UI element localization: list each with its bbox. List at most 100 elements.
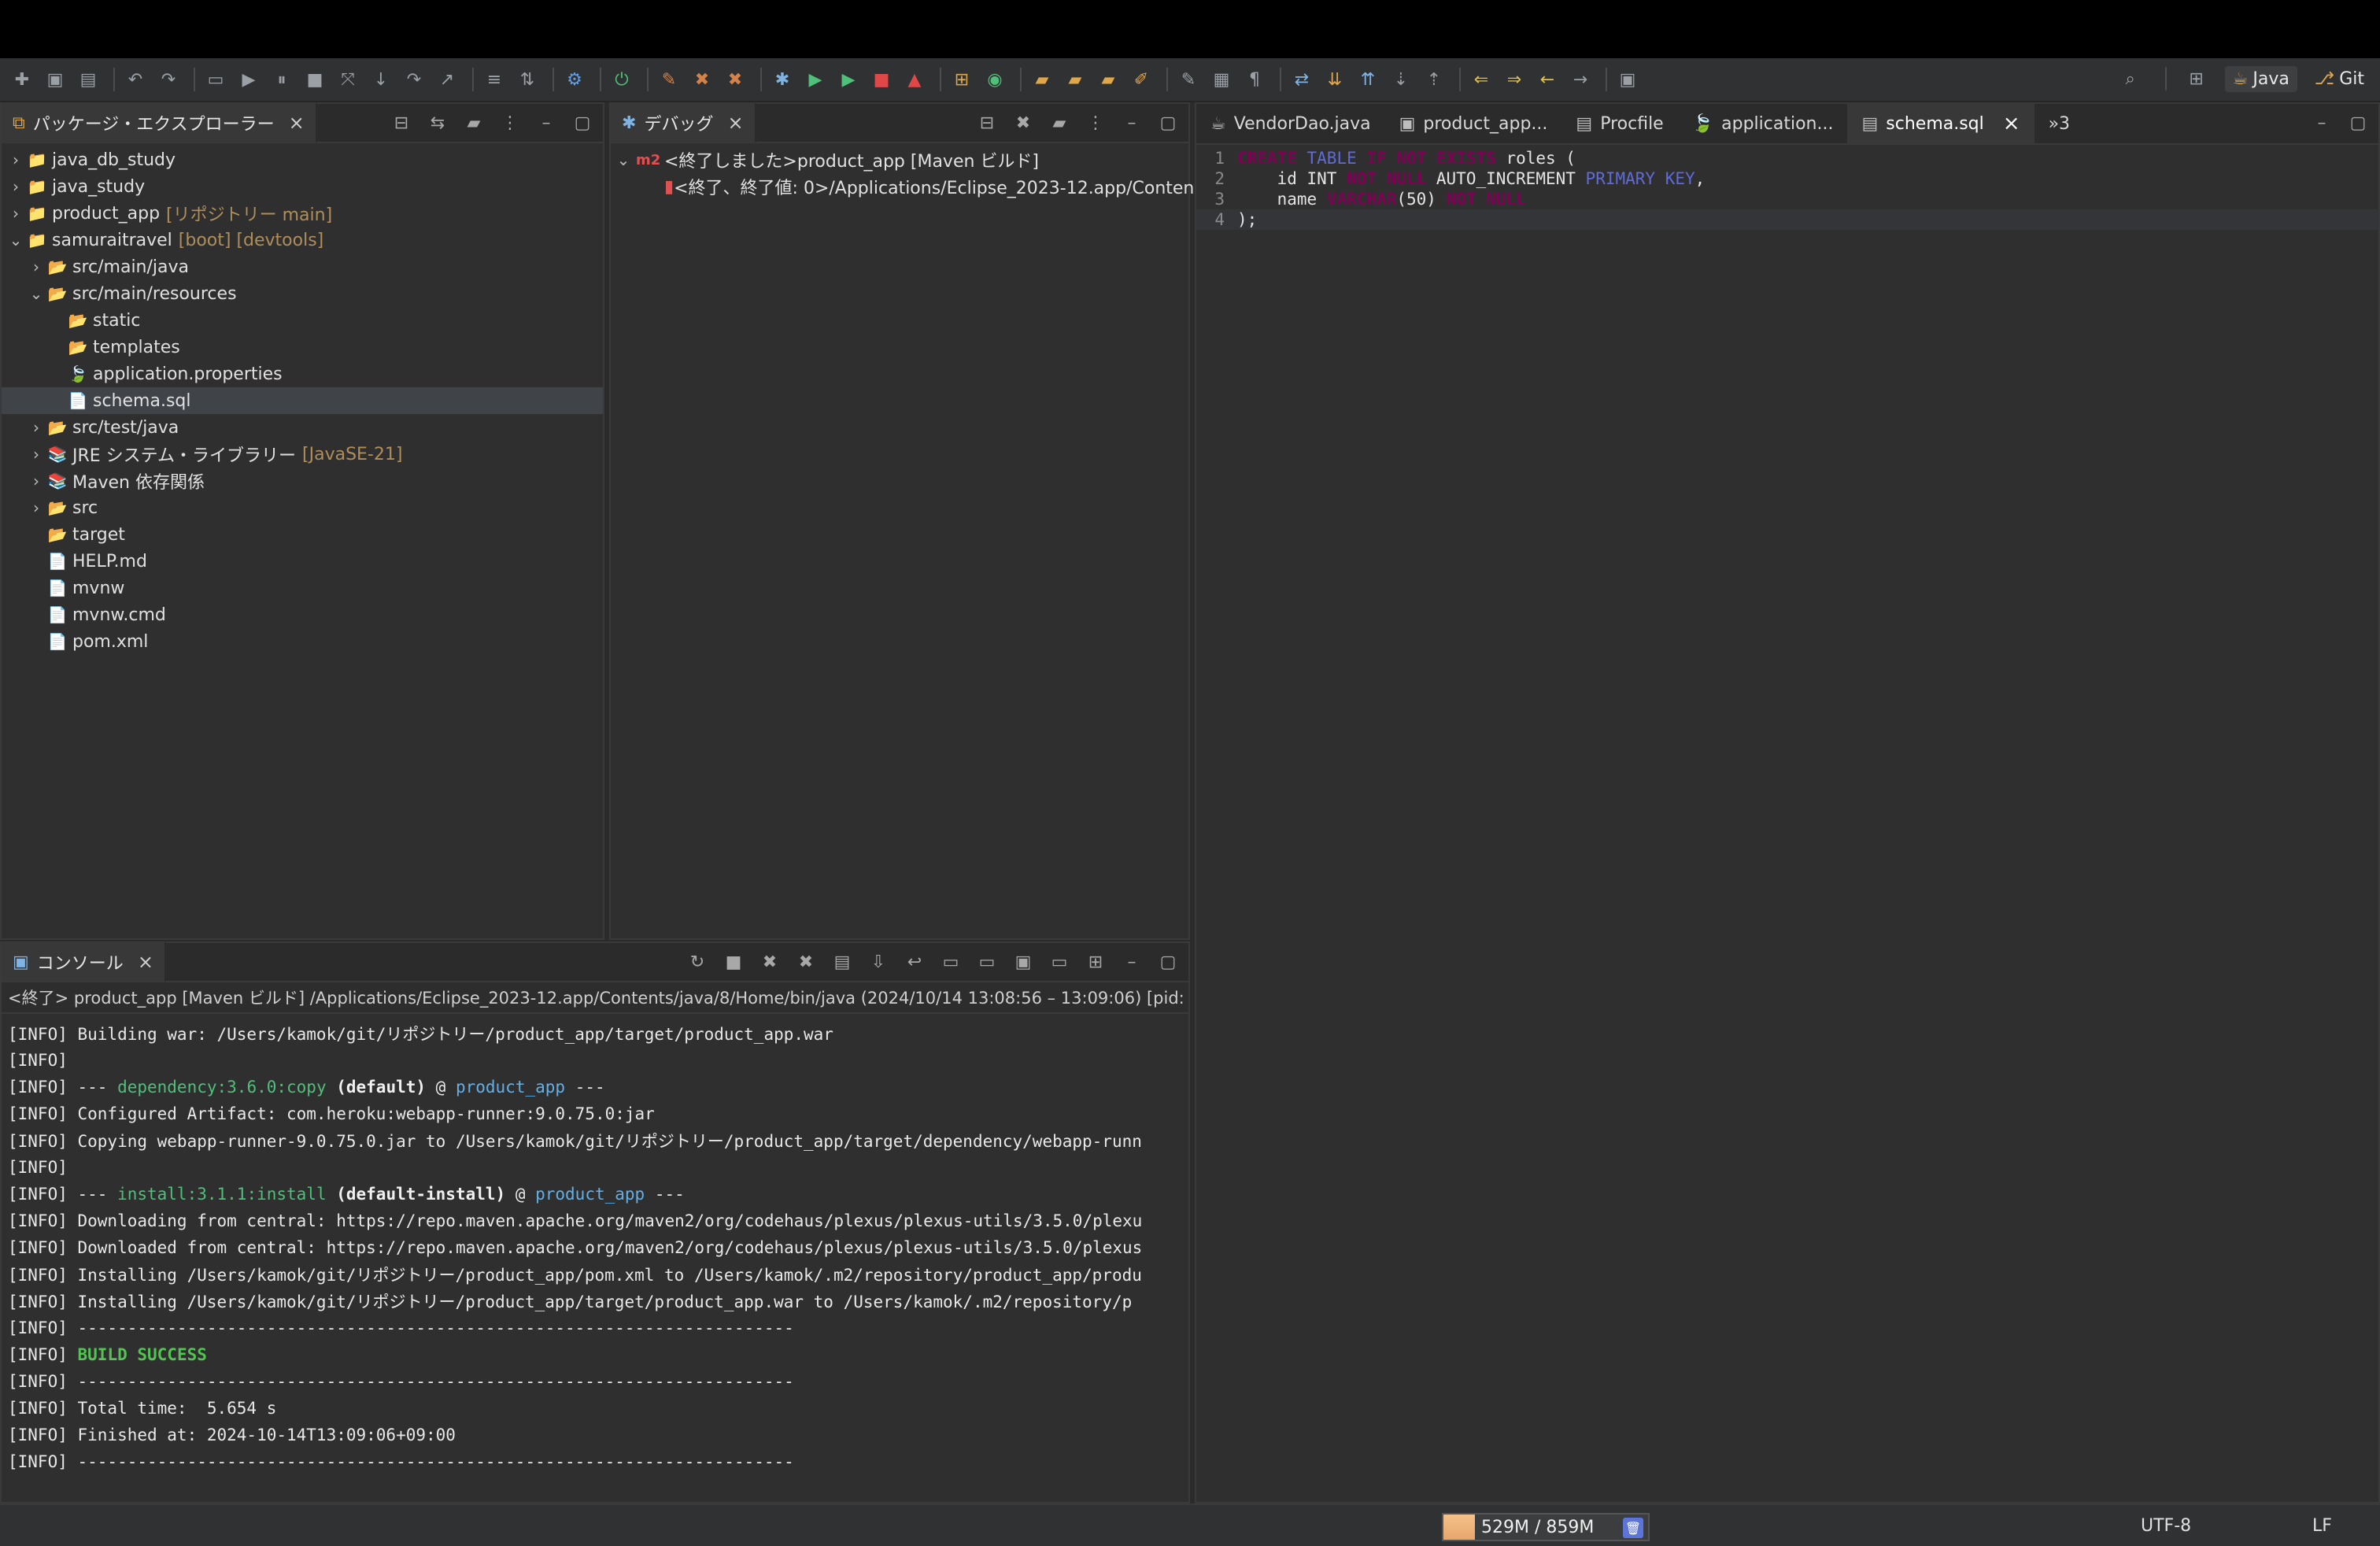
drop-to-frame-icon[interactable]: ⇅: [513, 65, 541, 94]
prev-annotation-icon[interactable]: ⇡: [1420, 65, 1448, 94]
chevron-right-icon[interactable]: ›: [6, 204, 25, 223]
pin-console-icon[interactable]: ▣: [1011, 949, 1036, 975]
chevron-right-icon[interactable]: ›: [27, 498, 46, 517]
coverage-icon[interactable]: ▶: [834, 65, 863, 94]
tab-package-explorer[interactable]: ⧉ パッケージ・エクスプローラー ×: [2, 103, 317, 142]
chevron-down-icon[interactable]: ⌄: [6, 231, 25, 250]
resume-icon[interactable]: ▶: [235, 65, 263, 94]
maximize-icon[interactable]: ▢: [1155, 949, 1181, 975]
filter-icon[interactable]: ▰: [461, 110, 486, 135]
garbage-collect-icon[interactable]: 🗑: [1623, 1518, 1643, 1538]
tree-item[interactable]: › 📂 src/test/java: [2, 414, 603, 441]
chevron-right-icon[interactable]: ›: [6, 150, 25, 169]
terminate-icon[interactable]: ■: [301, 65, 329, 94]
maximize-icon[interactable]: ▢: [570, 110, 595, 135]
debug-run-icon[interactable]: ✱: [768, 65, 796, 94]
tree-item[interactable]: 📄 HELP.md: [2, 548, 603, 575]
editor-tab[interactable]: ☕ VendorDao.java: [1196, 103, 1385, 144]
display-console-icon[interactable]: ▭: [1047, 949, 1072, 975]
open-console-icon[interactable]: ⊞: [1083, 949, 1108, 975]
search-icon[interactable]: ⌕: [2116, 65, 2145, 93]
tree-item[interactable]: › 📁 java_study: [2, 173, 603, 200]
close-icon[interactable]: ×: [2003, 112, 2020, 135]
relaunch-icon[interactable]: ↻: [685, 949, 710, 975]
collapse-all-icon[interactable]: ⊟: [974, 110, 1000, 135]
chevron-right-icon[interactable]: ›: [27, 445, 46, 464]
disconnect-icon[interactable]: ⤧: [334, 65, 362, 94]
show-on-output-icon[interactable]: ▭: [938, 949, 963, 975]
chevron-right-icon[interactable]: ›: [6, 177, 25, 196]
forward-edit-icon[interactable]: ⇒: [1500, 65, 1528, 94]
tree-item[interactable]: › 📚 JRE システム・ライブラリー [JavaSE-21]: [2, 441, 603, 468]
minimize-icon[interactable]: –: [1119, 949, 1144, 975]
pin-editor-icon[interactable]: ▣: [1613, 65, 1642, 94]
save-icon[interactable]: ▣: [41, 65, 69, 94]
show-on-error-icon[interactable]: ▭: [974, 949, 1000, 975]
run-icon[interactable]: ▶: [801, 65, 830, 94]
tree-item[interactable]: 📄 pom.xml: [2, 628, 603, 655]
console-output[interactable]: [INFO] Building war: /Users/kamok/git/リポ…: [2, 1014, 1188, 1475]
tree-item[interactable]: 📂 static: [2, 307, 603, 334]
editor-tab[interactable]: ▣ product_app...: [1385, 103, 1562, 144]
show-whitespace-icon[interactable]: ¶: [1240, 65, 1269, 94]
remove-breakpoints-icon[interactable]: ✖: [688, 65, 716, 94]
word-wrap-icon[interactable]: ↩: [902, 949, 927, 975]
tree-item[interactable]: › 📂 src: [2, 494, 603, 521]
tree-item[interactable]: › 📚 Maven 依存関係: [2, 468, 603, 494]
stop-icon[interactable]: ■: [867, 65, 896, 94]
tree-item[interactable]: 📄 mvnw.cmd: [2, 601, 603, 628]
tree-item[interactable]: 📂 templates: [2, 334, 603, 361]
editor-tab[interactable]: ▤ schema.sql ×: [1847, 103, 2034, 144]
tree-item[interactable]: 🍃 application.properties: [2, 361, 603, 387]
tree-item[interactable]: 📂 target: [2, 521, 603, 548]
encoding-status[interactable]: UTF-8: [2141, 1516, 2191, 1536]
tree-item[interactable]: › 📂 src/main/java: [2, 253, 603, 280]
link-with-editor-icon[interactable]: ⇆: [425, 110, 450, 135]
debug-process-row[interactable]: ▮ <終了、終了値: 0>/Applications/Eclipse_2023-…: [611, 173, 1201, 200]
settings-gear-icon[interactable]: ⚙: [560, 65, 589, 94]
close-icon[interactable]: ×: [727, 112, 743, 134]
editor-tab-overflow[interactable]: »3: [2034, 103, 2084, 144]
save-all-icon[interactable]: ▤: [74, 65, 102, 94]
terminate-icon[interactable]: ■: [721, 949, 746, 975]
open-folder-icon[interactable]: ▰: [1094, 65, 1122, 94]
chevron-right-icon[interactable]: ›: [27, 418, 46, 437]
block-selection-icon[interactable]: ▦: [1207, 65, 1236, 94]
perspective-java[interactable]: ☕ Java: [2224, 65, 2297, 92]
undo-icon[interactable]: ↶: [121, 65, 150, 94]
collapse-all-icon[interactable]: ⊟: [389, 110, 414, 135]
next-annotation-icon[interactable]: ⇣: [1387, 65, 1415, 94]
sync-icon[interactable]: ⇄: [1288, 65, 1316, 94]
external-tools-icon[interactable]: ▲: [900, 65, 929, 94]
view-menu-icon[interactable]: ⋮: [497, 110, 523, 135]
use-step-filters-icon[interactable]: ≡: [480, 65, 508, 94]
maximize-icon[interactable]: ▢: [1155, 110, 1181, 135]
remove-all-terminated-icon[interactable]: ✖: [1011, 110, 1036, 135]
skip-breakpoints-icon[interactable]: ✎: [655, 65, 683, 94]
chevron-right-icon[interactable]: ›: [27, 257, 46, 276]
chevron-down-icon[interactable]: ⌄: [27, 284, 46, 303]
forward-icon[interactable]: →: [1566, 65, 1595, 94]
remove-all-icon[interactable]: ✖: [793, 949, 819, 975]
code-editor[interactable]: 1 CREATE TABLE IF NOT EXISTS roles (2 id …: [1196, 145, 2378, 230]
redo-icon[interactable]: ↷: [154, 65, 183, 94]
last-edit-icon[interactable]: ⇐: [1467, 65, 1495, 94]
filter-icon[interactable]: ▰: [1047, 110, 1072, 135]
step-into-icon[interactable]: ↓: [367, 65, 395, 94]
chevron-right-icon[interactable]: ›: [27, 472, 46, 490]
tree-item[interactable]: 📄 schema.sql: [2, 387, 603, 414]
new-class-icon[interactable]: ◉: [981, 65, 1009, 94]
minimize-icon[interactable]: –: [2309, 110, 2334, 135]
brush-icon[interactable]: ✐: [1127, 65, 1155, 94]
tab-debug[interactable]: ✱ デバッグ ×: [611, 103, 756, 142]
scroll-lock-icon[interactable]: ⇩: [866, 949, 891, 975]
new-icon[interactable]: ✚: [8, 65, 36, 94]
perspective-git[interactable]: ⎇ Git: [2307, 66, 2372, 92]
open-type-icon[interactable]: ▰: [1028, 65, 1056, 94]
terminal-icon[interactable]: ▭: [201, 65, 230, 94]
editor-tab[interactable]: ▤ Procfile: [1561, 103, 1677, 144]
heap-status[interactable]: 529M / 859M 🗑: [1442, 1513, 1650, 1541]
tree-item[interactable]: › 📁 product_app [リポジトリー main]: [2, 200, 603, 227]
editor-tab[interactable]: 🍃 application...: [1678, 103, 1848, 144]
suspend-icon[interactable]: ⏸: [268, 65, 296, 94]
